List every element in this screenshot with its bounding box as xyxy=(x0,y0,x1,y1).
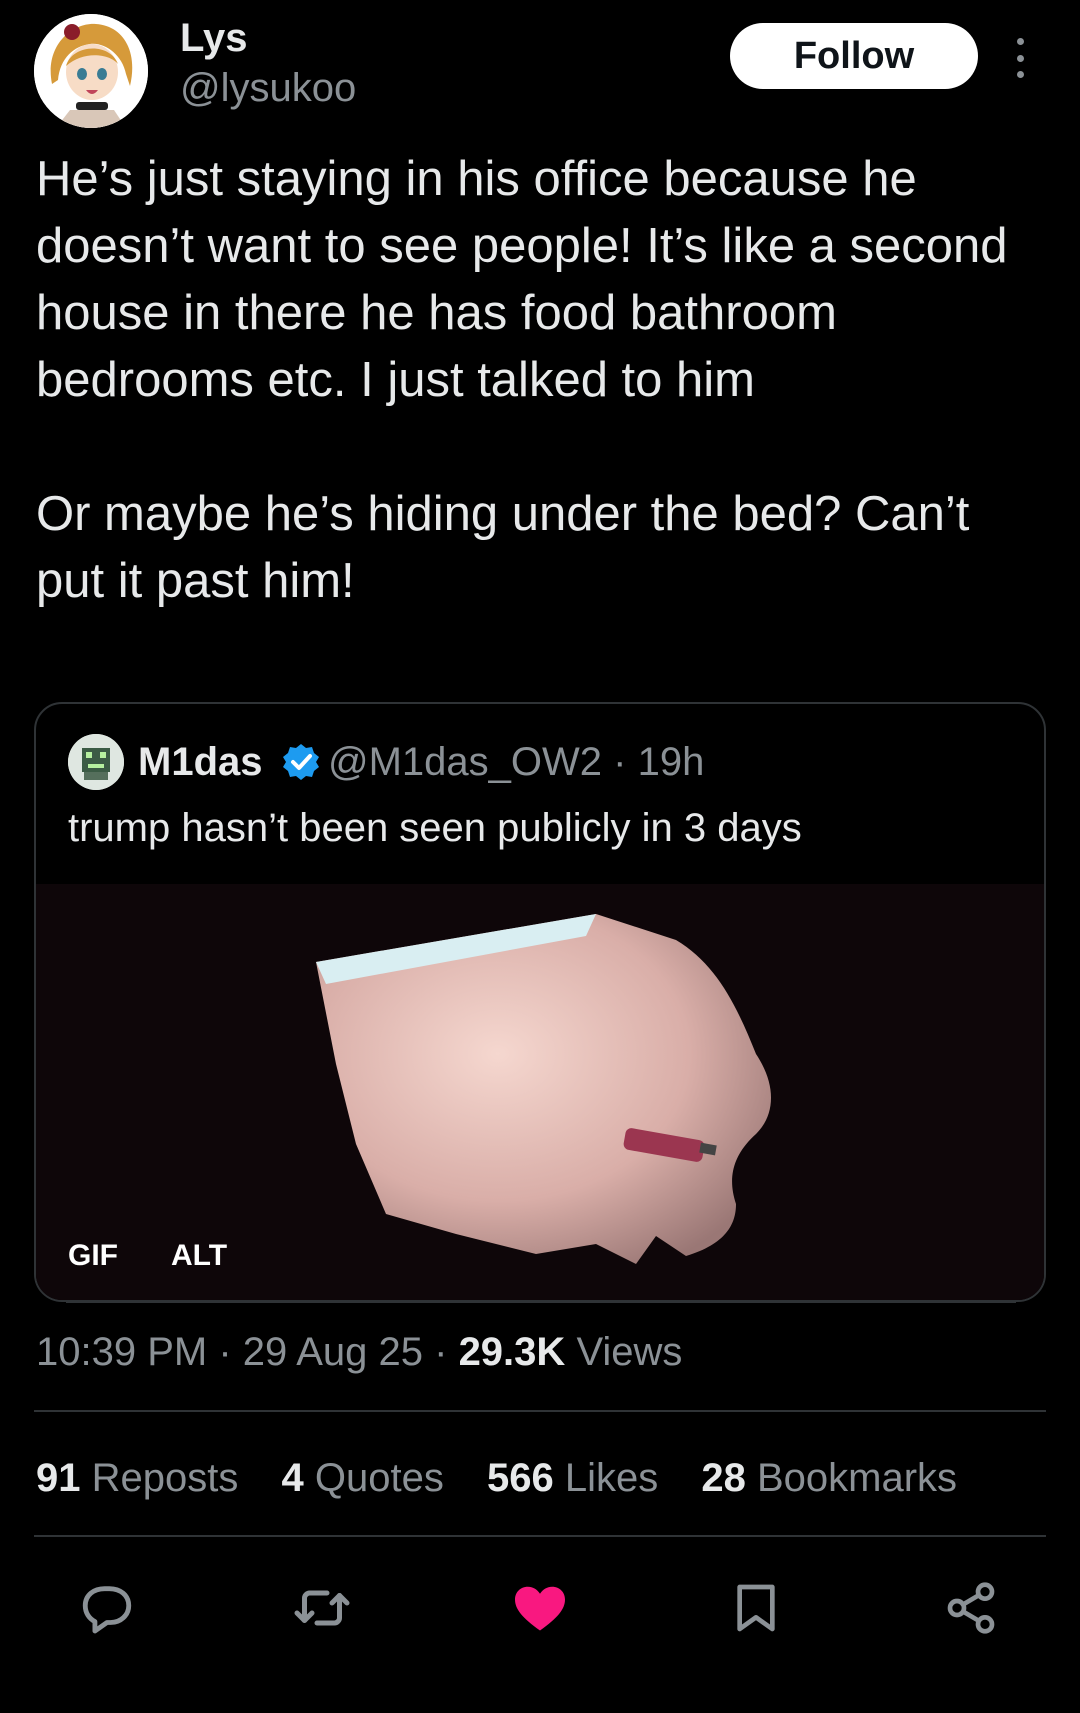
post-date: 29 Aug 25 xyxy=(242,1330,423,1374)
bookmarks-label: Bookmarks xyxy=(756,1456,958,1500)
quotes-count: 4 xyxy=(281,1456,304,1500)
tweet-text: He’s just staying in his office because … xyxy=(36,146,1046,615)
quoted-tweet-card[interactable]: M1das @M1das_OW2 · 19h trump hasn’t been… xyxy=(34,702,1046,1302)
more-vertical-icon[interactable] xyxy=(1005,38,1035,78)
quoted-author-handle: @M1das_OW2 xyxy=(328,740,603,784)
post-meta: 10:39 PM · 29 Aug 25 · 29.3K Views xyxy=(36,1330,682,1375)
quoted-author-name: M1das xyxy=(138,740,263,784)
bookmark-icon[interactable] xyxy=(724,1576,788,1640)
separator-dot: · xyxy=(434,1330,448,1374)
separator-dot: · xyxy=(218,1330,232,1374)
tweet-paragraph-2: Or maybe he’s hiding under the bed? Can’… xyxy=(36,487,970,608)
quoted-gif-media[interactable]: GIF ALT xyxy=(36,884,1044,1300)
verified-badge-icon xyxy=(281,742,321,782)
reposts-count: 91 xyxy=(36,1456,81,1500)
share-icon[interactable] xyxy=(939,1576,1003,1640)
views-count: 29.3K xyxy=(458,1330,566,1374)
author-name[interactable]: Lys xyxy=(180,16,247,61)
quoted-author-avatar xyxy=(68,734,124,790)
likes-label: Likes xyxy=(564,1456,659,1500)
alt-badge[interactable]: ALT xyxy=(171,1239,227,1273)
bookmarks-stat[interactable]: 28 Bookmarks xyxy=(701,1456,957,1500)
repost-icon[interactable] xyxy=(290,1576,354,1640)
likes-stat[interactable]: 566 Likes xyxy=(487,1456,658,1500)
quotes-label: Quotes xyxy=(314,1456,444,1500)
reposts-label: Reposts xyxy=(91,1456,239,1500)
follow-button[interactable]: Follow xyxy=(730,23,978,89)
reposts-stat[interactable]: 91 Reposts xyxy=(36,1456,238,1500)
divider xyxy=(34,1410,1046,1412)
author-handle[interactable]: @lysukoo xyxy=(180,66,356,111)
post-time: 10:39 PM xyxy=(36,1330,208,1374)
author-avatar[interactable] xyxy=(34,14,148,128)
bookmarks-count: 28 xyxy=(701,1456,746,1500)
quoted-handle-and-time: @M1das_OW2 · 19h xyxy=(328,740,704,785)
tweet-paragraph-1: He’s just staying in his office because … xyxy=(36,152,1008,407)
quotes-stat[interactable]: 4 Quotes xyxy=(282,1456,444,1500)
views-label: Views xyxy=(576,1330,683,1374)
gif-badge: GIF xyxy=(68,1239,118,1272)
heart-icon[interactable] xyxy=(508,1576,572,1640)
quoted-post-age: 19h xyxy=(637,740,705,784)
divider xyxy=(34,1535,1046,1537)
engagement-stats: 91 Reposts 4 Quotes 566 Likes 28 Bookmar… xyxy=(36,1456,989,1501)
separator-dot: · xyxy=(613,740,627,784)
divider xyxy=(66,1301,1016,1303)
reply-icon[interactable] xyxy=(75,1576,139,1640)
likes-count: 566 xyxy=(486,1456,554,1500)
quoted-tweet-text: trump hasn’t been seen publicly in 3 day… xyxy=(68,806,802,850)
